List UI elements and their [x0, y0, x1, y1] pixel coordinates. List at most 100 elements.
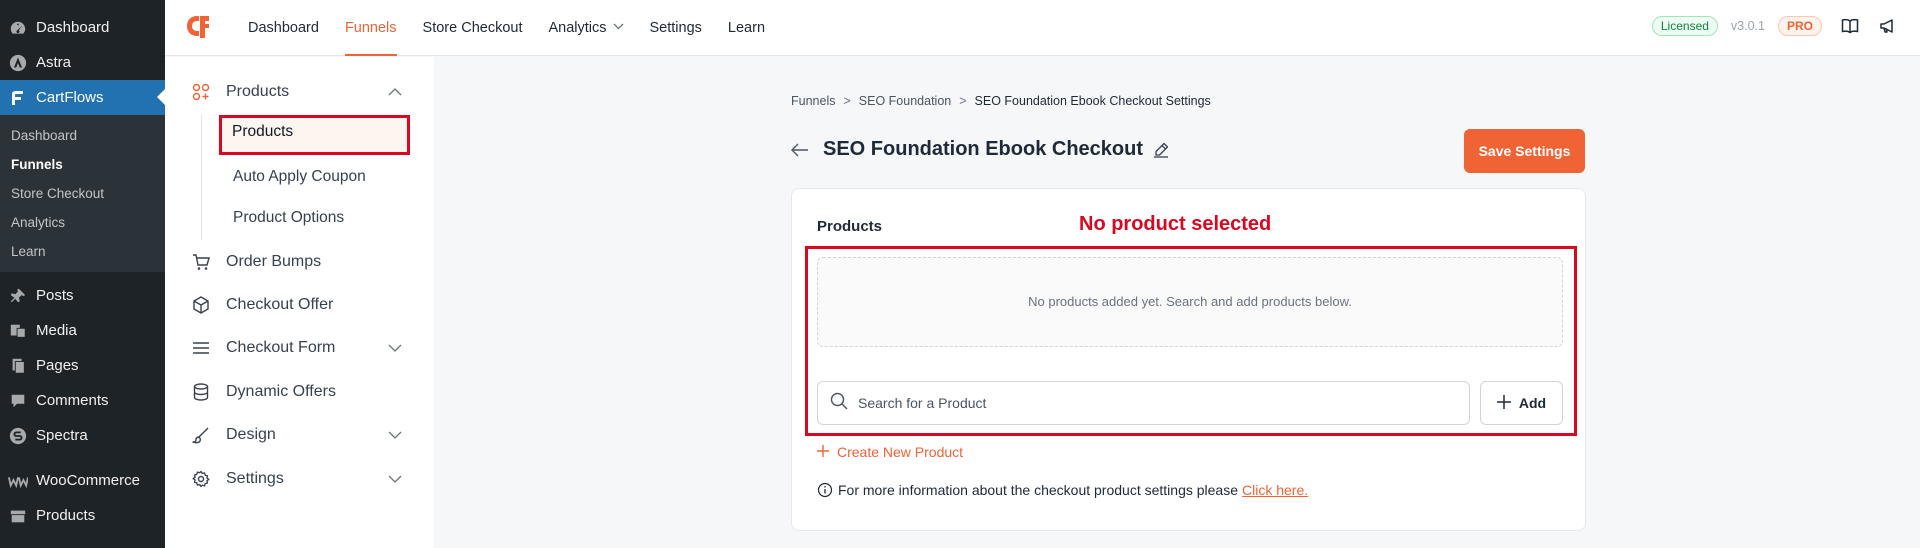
- wp-menu-comments[interactable]: Comments: [0, 383, 165, 418]
- wp-menu-posts[interactable]: Posts: [0, 278, 165, 313]
- title-row: SEO Foundation Ebook Checkout: [791, 138, 1169, 161]
- product-search-input[interactable]: [858, 395, 1418, 411]
- back-arrow-icon[interactable]: [791, 140, 811, 160]
- submenu-products[interactable]: Products: [219, 115, 410, 155]
- create-new-product-link[interactable]: Create New Product: [817, 442, 963, 462]
- create-link-label: Create New Product: [837, 444, 964, 460]
- breadcrumb-funnels[interactable]: Funnels: [791, 94, 835, 108]
- dashboard-icon: [8, 18, 28, 38]
- breadcrumb-current: SEO Foundation Ebook Checkout Settings: [974, 94, 1211, 108]
- topnav-funnels[interactable]: Funnels: [332, 0, 410, 56]
- wp-menu-woocommerce[interactable]: WooCommerce: [0, 463, 165, 498]
- pages-icon: [8, 356, 28, 376]
- chevron-down-icon: [613, 2, 624, 54]
- menu-checkout-offer[interactable]: Checkout Offer: [165, 287, 434, 323]
- topnav-settings[interactable]: Settings: [637, 0, 715, 56]
- wp-menu-label: CartFlows: [36, 89, 104, 106]
- database-icon: [191, 382, 211, 402]
- spectra-icon: [8, 426, 28, 446]
- topnav-learn[interactable]: Learn: [715, 0, 778, 56]
- chevron-down-icon: [388, 341, 402, 355]
- add-product-button[interactable]: Add: [1480, 381, 1563, 425]
- wp-menu-label: Spectra: [36, 427, 88, 444]
- megaphone-icon[interactable]: [1878, 16, 1898, 36]
- menu-settings[interactable]: Settings: [165, 461, 434, 497]
- products-archive-icon: [8, 506, 28, 526]
- wp-sub-funnels[interactable]: Funnels: [0, 150, 165, 179]
- page-title: SEO Foundation Ebook Checkout: [823, 138, 1143, 160]
- menu-design[interactable]: Design: [165, 417, 434, 453]
- menu-order-bumps[interactable]: Order Bumps: [165, 244, 434, 280]
- products-card-title: Products: [817, 218, 883, 235]
- submenu-line: [201, 115, 202, 240]
- media-icon: [8, 321, 28, 341]
- list-icon: [191, 338, 211, 358]
- products-card: Products No product selected No products…: [791, 188, 1586, 531]
- menu-label: Settings: [226, 470, 284, 487]
- pin-icon: [8, 286, 28, 306]
- topnav-analytics[interactable]: Analytics: [535, 0, 636, 56]
- submenu-auto-apply-coupon[interactable]: Auto Apply Coupon: [227, 160, 366, 194]
- topnav-label: Analytics: [548, 20, 607, 36]
- edit-pencil-icon[interactable]: [1153, 142, 1169, 158]
- wp-menu-cartflows[interactable]: CartFlows: [0, 80, 165, 115]
- brush-icon: [191, 425, 211, 445]
- licensed-badge: Licensed: [1651, 16, 1718, 36]
- submenu-product-options[interactable]: Product Options: [227, 201, 344, 235]
- wp-sub-learn[interactable]: Learn: [0, 237, 165, 266]
- pro-badge[interactable]: PRO: [1777, 16, 1822, 36]
- wp-menu-label: Products: [36, 507, 96, 524]
- wp-menu-media[interactable]: Media: [0, 313, 165, 348]
- version-label: v3.0.1: [1730, 19, 1765, 33]
- main-content: Funnels > SEO Foundation > SEO Foundatio…: [434, 57, 1920, 548]
- plus-icon: [817, 442, 829, 462]
- menu-label: Design: [226, 426, 276, 443]
- wp-menu-pages[interactable]: Pages: [0, 348, 165, 383]
- save-settings-button[interactable]: Save Settings: [1464, 129, 1585, 173]
- wp-sub-dashboard[interactable]: Dashboard: [0, 121, 165, 150]
- wp-menu-dashboard[interactable]: Dashboard: [0, 10, 165, 45]
- search-icon: [830, 392, 848, 415]
- info-icon: [817, 482, 833, 498]
- product-search-field[interactable]: [817, 381, 1470, 425]
- topnav-dashboard[interactable]: Dashboard: [235, 0, 332, 56]
- chevron-down-icon: [388, 428, 402, 442]
- wp-menu-spectra[interactable]: Spectra: [0, 418, 165, 453]
- woocommerce-icon: [8, 471, 28, 491]
- menu-label: Order Bumps: [226, 253, 322, 270]
- info-line: For more information about the checkout …: [817, 482, 1308, 498]
- breadcrumb-funnel[interactable]: SEO Foundation: [859, 94, 951, 108]
- topnav-label: Learn: [727, 20, 766, 36]
- wp-menu-label: Comments: [36, 392, 109, 409]
- box-icon: [191, 295, 211, 315]
- menu-products-label: Products: [226, 83, 290, 100]
- comments-icon: [8, 391, 28, 411]
- wp-menu-products[interactable]: Products: [0, 498, 165, 533]
- cart-icon: [191, 252, 211, 272]
- gear-icon: [191, 469, 211, 489]
- wp-menu-label: Pages: [36, 357, 79, 374]
- wp-menu-astra[interactable]: Astra: [0, 45, 165, 80]
- wp-sub-analytics[interactable]: Analytics: [0, 208, 165, 237]
- cartflows-logo-icon[interactable]: [183, 12, 211, 42]
- menu-dynamic-offers[interactable]: Dynamic Offers: [165, 374, 434, 410]
- book-icon[interactable]: [1840, 16, 1860, 36]
- menu-label: Checkout Offer: [226, 296, 334, 313]
- chevron-up-icon: [388, 85, 402, 99]
- click-here-link[interactable]: Click here.: [1242, 482, 1308, 498]
- menu-products[interactable]: Products: [165, 74, 434, 110]
- wp-admin-sidebar: Dashboard Astra CartFlows Dashboard Funn…: [0, 0, 165, 548]
- topnav-store-checkout[interactable]: Store Checkout: [410, 0, 536, 56]
- plus-icon: [1496, 392, 1511, 415]
- menu-checkout-form[interactable]: Checkout Form: [165, 330, 434, 366]
- wp-menu-label: Media: [36, 322, 77, 339]
- wp-cartflows-submenu: Dashboard Funnels Store Checkout Analyti…: [0, 115, 165, 272]
- breadcrumb-separator: >: [959, 94, 967, 108]
- products-grid-icon: [191, 82, 211, 102]
- chevron-down-icon: [388, 472, 402, 486]
- topnav-label: Dashboard: [248, 20, 319, 36]
- astra-icon: [8, 53, 28, 73]
- annotation-label: No product selected: [1079, 213, 1272, 235]
- wp-menu-label: WooCommerce: [36, 472, 140, 489]
- wp-sub-store-checkout[interactable]: Store Checkout: [0, 179, 165, 208]
